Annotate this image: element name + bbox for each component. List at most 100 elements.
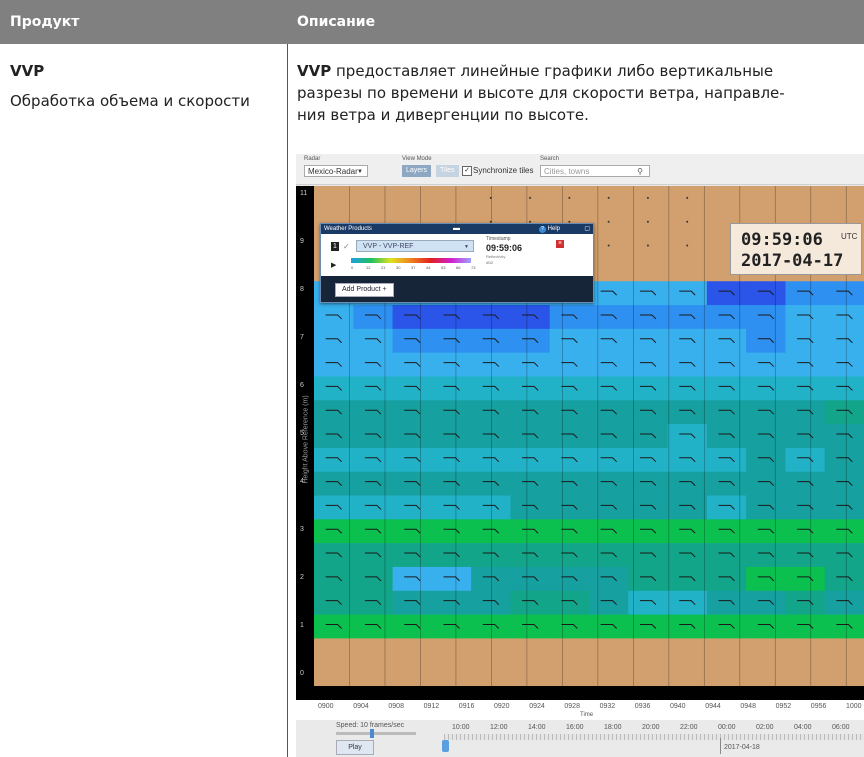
timeline-track[interactable] <box>444 734 864 740</box>
heatmap-cell <box>628 400 669 425</box>
heatmap-cell <box>824 614 864 639</box>
heatmap-cell <box>746 281 786 306</box>
heatmap-cell <box>353 424 394 449</box>
heatmap-cell <box>824 328 864 354</box>
remove-layer-icon[interactable]: × <box>556 240 564 248</box>
heatmap-cell <box>628 566 669 592</box>
speed-slider-handle[interactable] <box>370 729 374 738</box>
overlay-time: 09:59:06 <box>741 230 823 250</box>
heatmap-cell <box>549 566 590 592</box>
viewer-toolbar: Radar Mexico-Radar ▼ View Mode Layers Til… <box>296 154 864 185</box>
speed-slider[interactable] <box>336 729 416 738</box>
heatmap-cell <box>667 471 708 497</box>
x-axis-title: Time <box>580 712 594 718</box>
heatmap-cell <box>510 471 551 497</box>
play-button[interactable]: Play <box>336 740 374 755</box>
sync-checkbox[interactable]: ✓ <box>462 166 472 176</box>
timeline-tick: 02:00 <box>756 724 774 731</box>
heatmap-cell <box>392 186 433 211</box>
dropdown-arrow-icon: ▼ <box>357 169 363 175</box>
wind-barb <box>686 220 689 223</box>
tiles-button[interactable]: Tiles <box>436 165 459 177</box>
wind-barb <box>686 196 689 199</box>
heatmap-cell <box>746 614 786 639</box>
heatmap-cell <box>746 543 786 568</box>
heatmap-cell <box>392 447 433 473</box>
heatmap-cell <box>510 305 551 330</box>
heatmap-cell <box>353 352 394 377</box>
heatmap-cell <box>471 305 511 330</box>
heatmap-cell <box>824 495 864 520</box>
heatmap-cell <box>314 566 354 592</box>
heatmap-cell <box>314 638 354 663</box>
close-icon[interactable]: ▢ <box>584 224 590 234</box>
heatmap-cell <box>785 186 826 211</box>
heatmap-cell <box>549 495 590 520</box>
layer-number: 1 <box>331 242 339 251</box>
heatmap-cell <box>589 543 629 568</box>
help-icon: ? <box>539 226 546 233</box>
y-tick-label: 9 <box>300 238 304 245</box>
heatmap-cell <box>628 424 669 449</box>
heatmap-cell <box>785 447 826 473</box>
heatmap-cell <box>589 614 629 639</box>
heatmap-cell <box>667 566 708 592</box>
heatmap-cell <box>706 662 747 686</box>
timeline-tick: 00:00 <box>718 724 736 731</box>
layer-check-icon[interactable]: ✓ <box>343 242 350 251</box>
timeline-date: 2017-04-18 <box>724 744 760 751</box>
search-input[interactable]: Cities, towns ⚲ <box>540 165 650 177</box>
play-icon[interactable]: ▶ <box>331 261 336 269</box>
x-tick-label: 0932 <box>599 703 616 710</box>
heatmap-cell <box>667 447 708 473</box>
heatmap-cell <box>824 662 864 686</box>
heatmap-cell <box>746 519 786 544</box>
heatmap-cell <box>628 447 669 473</box>
timeline-tick: 16:00 <box>566 724 584 731</box>
wind-barb <box>607 244 610 247</box>
x-tick-label: 0956 <box>810 703 827 710</box>
heatmap-cell <box>549 328 590 354</box>
heatmap-cell <box>706 281 747 306</box>
help-link[interactable]: ? Help <box>539 224 560 234</box>
timeline-tick: 18:00 <box>604 724 622 731</box>
y-tick-label: 8 <box>300 286 304 293</box>
timeline-tick: 14:00 <box>528 724 546 731</box>
collapse-icon[interactable]: ▬ <box>453 224 460 234</box>
heatmap-cell <box>392 376 433 401</box>
heatmap-cell <box>746 400 786 425</box>
heatmap-cell <box>746 328 786 354</box>
heatmap-cell <box>471 543 511 568</box>
heatmap-cell <box>510 519 551 544</box>
heatmap-cell <box>510 424 551 449</box>
add-product-button[interactable]: Add Product + <box>335 283 394 297</box>
vvp-plot: Height Above Reference (m) 11 9 8 7 6 5 4 3 2 1 0 … <box>296 186 864 700</box>
heatmap-cell <box>628 257 669 282</box>
heatmap-cell <box>431 400 472 425</box>
heatmap-cell <box>667 400 708 425</box>
heatmap-cell <box>549 471 590 497</box>
timeline-handle[interactable] <box>442 740 449 752</box>
heatmap-cell <box>667 352 708 377</box>
layers-button[interactable]: Layers <box>402 165 432 177</box>
product-select[interactable]: VVP - VVP-REF ▼ <box>356 240 474 252</box>
heatmap-cell <box>314 305 354 330</box>
heatmap-cell <box>353 400 394 425</box>
x-tick-label: 0916 <box>458 703 475 710</box>
heatmap-cell <box>746 495 786 520</box>
heatmap-cell <box>353 543 394 568</box>
heatmap-cell <box>392 328 433 354</box>
heatmap-cell <box>353 376 394 401</box>
radar-select[interactable]: Mexico-Radar ▼ <box>304 165 368 177</box>
heatmap-cell <box>706 590 747 616</box>
heatmap-cell <box>824 281 864 306</box>
heatmap-cell <box>706 447 747 473</box>
heatmap-cell <box>431 328 472 354</box>
heatmap-cell <box>471 566 511 592</box>
x-tick-label: 0900 <box>318 703 334 710</box>
heatmap-cell <box>431 662 472 686</box>
wind-barb <box>529 196 532 199</box>
heatmap-cell <box>667 519 708 544</box>
heatmap-cell <box>706 352 747 377</box>
timeline-tick: 04:00 <box>794 724 812 731</box>
